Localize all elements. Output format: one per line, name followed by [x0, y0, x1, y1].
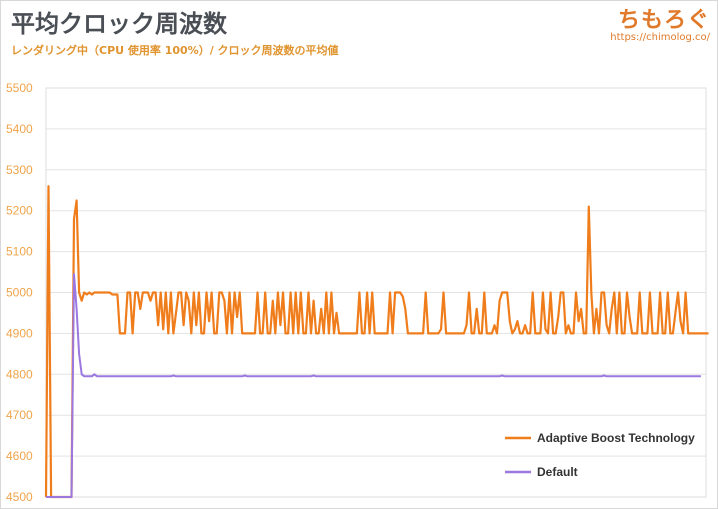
- y-tick-label: 4600: [6, 449, 33, 463]
- y-tick-label: 5300: [6, 163, 33, 177]
- legend-label: Adaptive Boost Technology: [537, 431, 695, 445]
- logo-name: ちもろぐ: [617, 8, 710, 33]
- y-tick-label: 5000: [6, 286, 33, 300]
- y-tick-label: 4700: [6, 408, 33, 422]
- y-tick-label: 5200: [6, 204, 33, 218]
- logo-url: https://chimolog.co/: [610, 32, 710, 43]
- series-line-adaptive-boost: [44, 185, 709, 499]
- site-logo[interactable]: ちもろぐ https://chimolog.co/: [610, 2, 710, 43]
- y-tick-label: 5400: [6, 122, 33, 136]
- chart-subtitle: レンダリング中（CPU 使用率 100%）/ クロック周波数の平均値: [11, 44, 339, 57]
- legend-label: Default: [537, 465, 578, 479]
- y-tick-label: 4900: [6, 326, 33, 340]
- chart-canvas: 4500 4600 4700 4800 4900 5000 5100 5200 5300 5400…: [6, 81, 709, 504]
- chart-title: 平均クロック周波数: [11, 10, 227, 38]
- y-tick-label: 4500: [6, 490, 33, 504]
- y-tick-label: 5100: [6, 245, 33, 259]
- y-tick-label: 5500: [6, 81, 33, 95]
- y-tick-label: 4800: [6, 367, 33, 381]
